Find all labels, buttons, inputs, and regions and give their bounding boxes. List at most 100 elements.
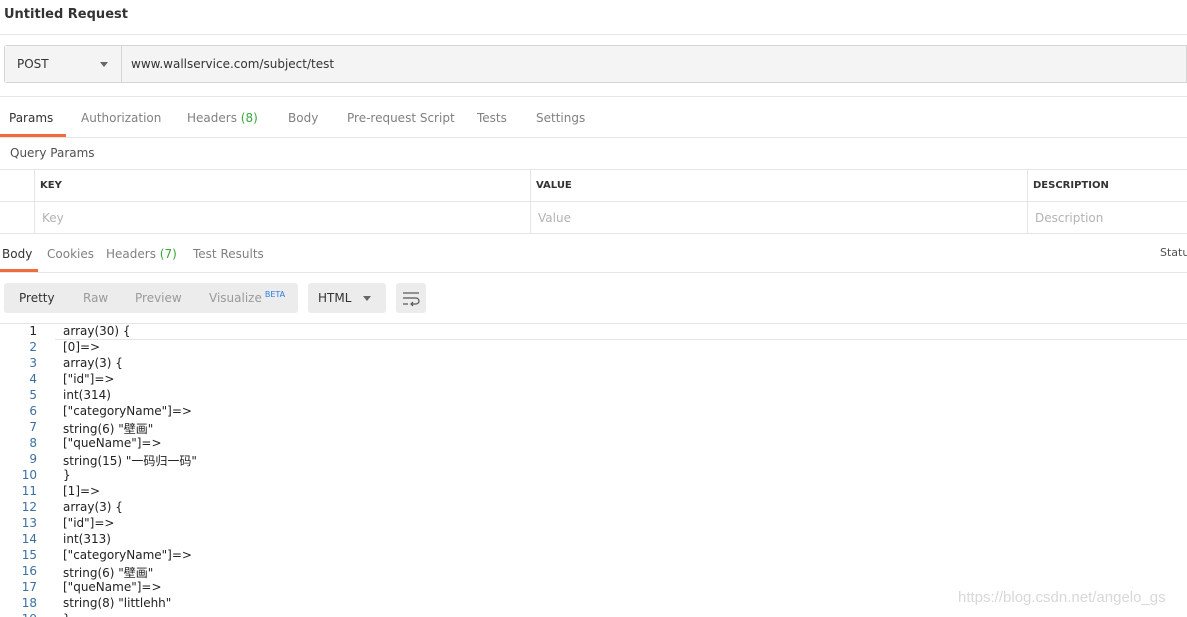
column-header-key: KEY xyxy=(40,180,62,191)
table-row: Key Value Description xyxy=(0,202,1187,233)
value-input[interactable]: Value xyxy=(538,211,571,225)
line-number: 17 xyxy=(21,580,37,594)
tab-pre-request-script[interactable]: Pre-request Script xyxy=(347,111,455,125)
wrap-lines-button[interactable] xyxy=(396,283,426,313)
tab-body[interactable]: Body xyxy=(288,111,318,125)
tab-authorization[interactable]: Authorization xyxy=(81,111,161,125)
url-bar: POST www.wallservice.com/subject/test xyxy=(4,45,1187,83)
line-number: 7 xyxy=(29,420,37,434)
query-params-title: Query Params xyxy=(10,146,95,160)
active-tab-indicator xyxy=(0,134,66,137)
column-divider xyxy=(530,170,531,233)
beta-badge: BETA xyxy=(264,290,286,299)
line-number: 3 xyxy=(29,356,37,370)
code-text: string(8) "littlehh" xyxy=(63,596,172,610)
response-body-editor[interactable]: 1 array(30) {2 [0]=> 3 array(3) { 4 ["id"]=> 5 i… xyxy=(0,323,1187,617)
code-text: ["queName"]=> xyxy=(63,580,162,594)
line-number: 6 xyxy=(29,404,37,418)
code-line: 11 [1]=> xyxy=(0,484,1187,500)
tab-params[interactable]: Params xyxy=(9,111,53,125)
pretty-button[interactable]: Pretty xyxy=(19,291,55,305)
chevron-down-icon xyxy=(363,296,371,301)
line-number: 12 xyxy=(21,500,37,514)
query-params-table: KEY VALUE DESCRIPTION Key Value Descript… xyxy=(0,169,1187,234)
tab-label: Params xyxy=(9,111,54,125)
code-text: } xyxy=(63,612,71,617)
line-number: 16 xyxy=(21,564,37,578)
code-text: ["categoryName"]=> xyxy=(63,404,192,418)
tab-headers[interactable]: Headers (8) xyxy=(187,111,258,125)
description-input[interactable]: Description xyxy=(1035,211,1103,225)
chevron-down-icon xyxy=(100,62,108,67)
line-number: 5 xyxy=(29,388,37,402)
column-header-description: DESCRIPTION xyxy=(1033,180,1109,191)
line-number: 15 xyxy=(21,548,37,562)
method-label: POST xyxy=(17,57,49,71)
request-title-bar: Untitled Request xyxy=(0,0,1187,35)
response-tabs: Body Cookies Headers (7) Test Results St… xyxy=(0,236,1187,273)
code-text: string(6) "壁画" xyxy=(63,422,154,436)
line-number: 13 xyxy=(21,516,37,530)
request-tabs: Params Authorization Headers (8) Body Pr… xyxy=(0,96,1187,138)
response-headers-count-badge: (7) xyxy=(159,247,177,261)
code-text: } xyxy=(63,468,71,482)
tab-label: Settings xyxy=(536,111,586,125)
code-text: int(314) xyxy=(63,388,111,402)
code-line: 7 string(6) "壁画" xyxy=(0,420,1187,436)
tab-cookies[interactable]: Cookies xyxy=(47,247,94,261)
code-line: 13 ["id"]=> xyxy=(0,516,1187,532)
format-select[interactable]: HTML xyxy=(308,283,386,313)
code-text: array(3) { xyxy=(63,500,123,514)
request-title[interactable]: Untitled Request xyxy=(4,7,128,22)
code-text: ["queName"]=> xyxy=(63,436,162,450)
code-line: 12 array(3) { xyxy=(0,500,1187,516)
tab-response-body[interactable]: Body xyxy=(2,247,32,261)
preview-button[interactable]: Preview xyxy=(135,291,182,305)
raw-button[interactable]: Raw xyxy=(83,291,108,305)
code-line: 5 int(314) xyxy=(0,388,1187,404)
code-line: 9 string(15) "一码归一码" xyxy=(0,452,1187,468)
line-number: 4 xyxy=(29,372,37,386)
code-line: 2 [0]=> xyxy=(0,340,1187,356)
table-header-row: KEY VALUE DESCRIPTION xyxy=(0,170,1187,202)
code-line: 1 array(30) { xyxy=(0,324,1187,340)
postman-window: Untitled Request POST www.wallservice.co… xyxy=(0,0,1187,617)
code-text: ["id"]=> xyxy=(63,372,115,386)
visualize-button[interactable]: Visualize BETA xyxy=(209,290,286,305)
tab-label: Pre-request Script xyxy=(347,111,455,125)
code-line: 15 ["categoryName"]=> xyxy=(0,548,1187,564)
code-line: 4 ["id"]=> xyxy=(0,372,1187,388)
format-label: HTML xyxy=(318,291,352,305)
line-number: 10 xyxy=(21,468,37,482)
key-input[interactable]: Key xyxy=(42,211,64,225)
tab-label: Tests xyxy=(477,111,507,125)
code-line: 6 ["categoryName"]=> xyxy=(0,404,1187,420)
tab-label: Authorization xyxy=(81,111,162,125)
url-input[interactable]: www.wallservice.com/subject/test xyxy=(131,57,334,71)
headers-count-badge: (8) xyxy=(240,111,258,125)
code-text: int(313) xyxy=(63,532,111,546)
tab-label: Headers xyxy=(106,247,156,261)
line-number: 9 xyxy=(29,452,37,466)
code-text: array(30) { xyxy=(63,324,131,338)
watermark: https://blog.csdn.net/angelo_gs xyxy=(958,589,1166,606)
code-text: string(15) "一码归一码" xyxy=(63,454,197,468)
code-text: ["id"]=> xyxy=(63,516,115,530)
line-number: 2 xyxy=(29,340,37,354)
code-text: array(3) { xyxy=(63,356,123,370)
code-text: [1]=> xyxy=(63,484,101,498)
code-line: 8 ["queName"]=> xyxy=(0,436,1187,452)
method-select[interactable]: POST xyxy=(5,46,122,82)
line-number: 19 xyxy=(0,612,37,617)
tab-test-results[interactable]: Test Results xyxy=(193,247,264,261)
tab-settings[interactable]: Settings xyxy=(536,111,585,125)
tab-label: Headers xyxy=(187,111,237,125)
line-number: 18 xyxy=(21,596,37,610)
column-divider xyxy=(1027,170,1028,233)
tab-tests[interactable]: Tests xyxy=(477,111,507,125)
code-text: ["categoryName"]=> xyxy=(63,548,192,562)
code-line: 19} xyxy=(0,612,1187,617)
line-number: 11 xyxy=(21,484,37,498)
visualize-label: Visualize xyxy=(209,291,262,305)
tab-response-headers[interactable]: Headers (7) xyxy=(106,247,177,261)
